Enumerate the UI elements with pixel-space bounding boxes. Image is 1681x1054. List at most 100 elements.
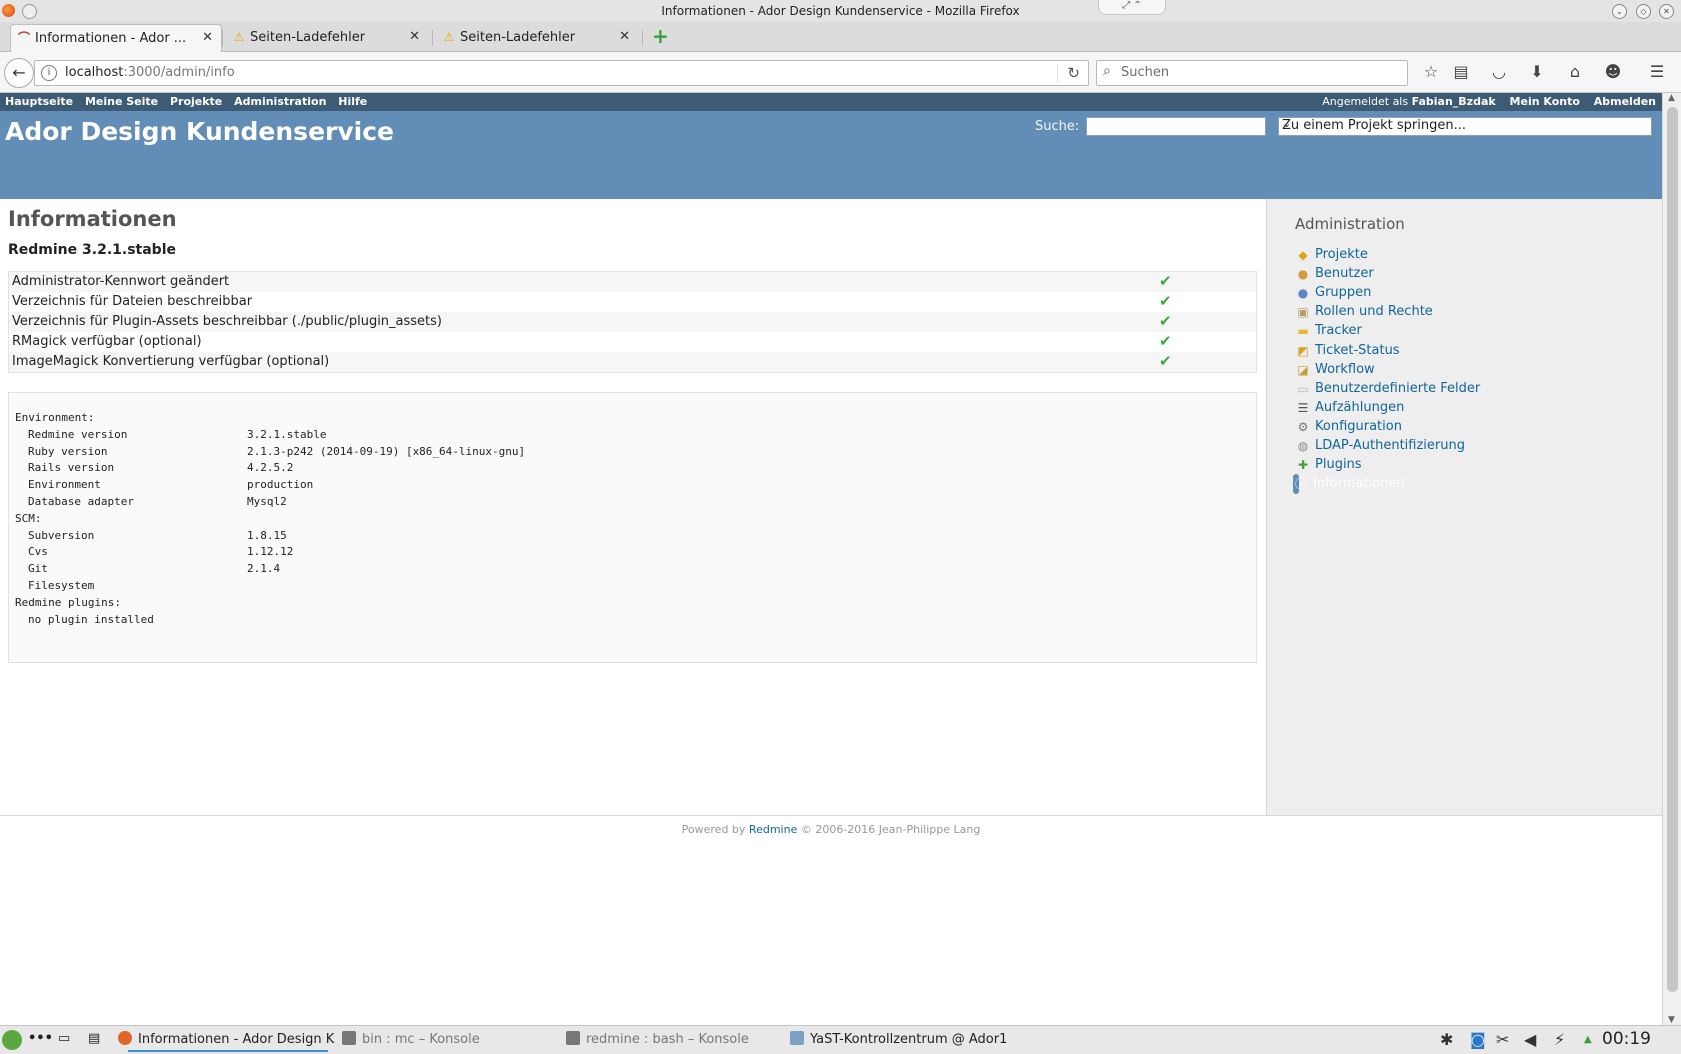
close-icon[interactable]: ✕	[1659, 4, 1674, 19]
menu-abmelden[interactable]: Abmelden	[1594, 95, 1656, 108]
tab-label: Seiten-Ladefehler	[460, 30, 576, 45]
task-konsole-mc[interactable]: bin : mc – Konsole	[342, 1031, 480, 1047]
footer: Powered by Redmine © 2006-2016 Jean-Phil…	[0, 815, 1662, 846]
tray-expand-icon[interactable]: ▲	[1584, 1034, 1592, 1045]
checkmark-icon: ✔	[1159, 332, 1172, 350]
sidebar-item-label: LDAP-Authentifizierung	[1315, 438, 1465, 453]
quick-search-input[interactable]	[1086, 117, 1266, 136]
bookmark-star-icon[interactable]: ☆	[1420, 62, 1442, 82]
check-label: Verzeichnis für Plugin-Assets beschreibb…	[12, 314, 442, 329]
sidebar-item-label: Gruppen	[1315, 285, 1372, 301]
tab-close-icon[interactable]: ✕	[409, 29, 420, 44]
menu-meine-seite[interactable]: Meine Seite	[85, 95, 158, 108]
env-key: Filesystem	[28, 579, 95, 592]
checkmark-icon: ✔	[1159, 292, 1172, 310]
env-key: SCM:	[15, 511, 42, 525]
search-placeholder: Suchen	[1121, 65, 1170, 80]
navigation-toolbar: ← i localhost:3000/admin/info ↻ ⌕ Suchen…	[0, 52, 1681, 93]
home-icon[interactable]: ⌂	[1564, 62, 1586, 82]
task-konsole-bash[interactable]: redmine : bash – Konsole	[566, 1031, 749, 1047]
menu-projekte[interactable]: Projekte	[170, 95, 222, 108]
reload-icon[interactable]: ↻	[1067, 64, 1080, 82]
menu-administration[interactable]: Administration	[234, 95, 326, 108]
roles-icon: ▣	[1297, 305, 1309, 320]
task-firefox[interactable]: Informationen - Ador Design K	[118, 1031, 334, 1047]
custom-fields-icon: ▭	[1297, 381, 1309, 396]
file-manager-icon[interactable]: ▤	[88, 1031, 100, 1046]
quick-search-label: Suche:	[1035, 119, 1080, 134]
pocket-icon[interactable]: ◡	[1488, 62, 1510, 82]
tab-label: Informationen - Ador ...	[35, 31, 187, 46]
menu-mein-konto[interactable]: Mein Konto	[1510, 95, 1580, 108]
skype-icon[interactable]: ◙	[1470, 1030, 1486, 1049]
footer-redmine-link[interactable]: Redmine	[749, 823, 797, 836]
scroll-up-icon[interactable]: ▲	[1668, 93, 1675, 103]
sidebar-item-label: Informationen	[1313, 476, 1405, 492]
check-row: Verzeichnis für Plugin-Assets beschreibb…	[9, 312, 1256, 332]
volume-icon[interactable]: ◀	[1524, 1030, 1536, 1049]
page-title: Informationen	[8, 207, 177, 231]
menu-hauptseite[interactable]: Hauptseite	[5, 95, 73, 108]
sidebar-item-informationen[interactable]: ⓘ Informationen	[1293, 474, 1405, 495]
tab-informationen[interactable]: ⌒ Informationen - Ador ... ✕	[10, 24, 222, 52]
clock: 00:19	[1602, 1029, 1651, 1049]
terminal-icon	[566, 1031, 580, 1045]
warning-icon: ⚠	[443, 30, 455, 44]
tab-close-icon[interactable]: ✕	[202, 30, 213, 45]
tab-strip: ⌒ Informationen - Ador ... ✕ ⚠ Seiten-La…	[0, 22, 1681, 52]
new-tab-icon[interactable]: +	[652, 25, 669, 47]
env-key: Database adapter	[28, 495, 134, 508]
tools-icon[interactable]: ✂	[1496, 1030, 1509, 1049]
chevron-down-icon: ⌄	[1282, 117, 1292, 130]
menu-hilfe[interactable]: Hilfe	[338, 95, 367, 108]
warning-icon: ⚠	[233, 30, 245, 44]
scroll-down-icon[interactable]: ▼	[1668, 1015, 1675, 1025]
tracker-icon: ▬	[1297, 324, 1309, 339]
env-key: Redmine version	[28, 427, 128, 441]
user-link[interactable]: Fabian_Bzdak	[1412, 95, 1496, 108]
info-icon: ⓘ	[1294, 477, 1307, 492]
settings-icon: ⚙	[1297, 419, 1309, 434]
env-key: Environment	[28, 478, 101, 492]
url-bar[interactable]: i localhost:3000/admin/info ↻	[34, 60, 1089, 86]
search-icon: ⌕	[1103, 63, 1111, 79]
check-label: Verzeichnis für Dateien beschreibbar	[12, 294, 253, 309]
task-yast[interactable]: YaST-Kontrollzentrum @ Ador1	[790, 1031, 1007, 1047]
url-text[interactable]: localhost:3000/admin/info	[65, 65, 235, 80]
scrollbar-thumb[interactable]	[1667, 107, 1678, 992]
env-key: Cvs	[28, 545, 48, 559]
bug-icon[interactable]: ✱	[1440, 1030, 1453, 1049]
download-icon[interactable]: ⬇	[1526, 62, 1548, 82]
version-heading: Redmine 3.2.1.stable	[8, 242, 176, 258]
chat-icon[interactable]: ☻	[1602, 62, 1624, 82]
env-value: 1.8.15	[247, 528, 287, 542]
sidebar-item-label: Projekte	[1315, 247, 1368, 262]
sidebar: Administration ◆ Projekte ● Benutzer ● Gruppe…	[1266, 199, 1663, 815]
back-arrow-icon[interactable]: ←	[4, 58, 34, 88]
bookmarks-list-icon[interactable]: ▤	[1450, 62, 1472, 82]
tab-seiten-ladefehler-2[interactable]: ⚠ Seiten-Ladefehler ✕	[436, 24, 638, 51]
start-menu-icon[interactable]	[2, 1030, 22, 1050]
more-icon[interactable]: •••	[28, 1031, 53, 1046]
tab-close-icon[interactable]: ✕	[619, 29, 630, 44]
search-input[interactable]: ⌕ Suchen	[1096, 60, 1408, 86]
main-content: Informationen Redmine 3.2.1.stable Admin…	[0, 199, 1266, 815]
network-icon[interactable]: ⚡	[1554, 1030, 1565, 1049]
project-jump-select[interactable]: Zu einem Projekt springen... ⌄	[1278, 117, 1652, 136]
sidebar-heading: Administration	[1295, 215, 1405, 233]
plugin-icon: ✚	[1297, 458, 1309, 473]
yast-icon	[790, 1031, 804, 1045]
ticket-status-icon: ◩	[1297, 343, 1309, 358]
check-label: Administrator-Kennwort geändert	[12, 274, 230, 289]
site-info-icon[interactable]: i	[41, 65, 57, 81]
tab-seiten-ladefehler-1[interactable]: ⚠ Seiten-Ladefehler ✕	[226, 24, 428, 51]
env-key: Redmine plugins:	[15, 595, 121, 609]
maximize-icon[interactable]: ◇	[1636, 4, 1651, 19]
page-scrollbar[interactable]: ▲ ▼	[1662, 93, 1681, 1025]
desktop-icon[interactable]: ▭	[58, 1031, 70, 1046]
env-value: 2.1.3-p242 (2014-09-19) [x86_64-linux-gn…	[247, 444, 526, 458]
env-key: Ruby version	[28, 444, 108, 458]
menu-icon[interactable]: ☰	[1646, 62, 1668, 82]
minimize-icon[interactable]: ⌄	[1612, 4, 1627, 19]
env-value: 2.1.4	[247, 562, 281, 576]
